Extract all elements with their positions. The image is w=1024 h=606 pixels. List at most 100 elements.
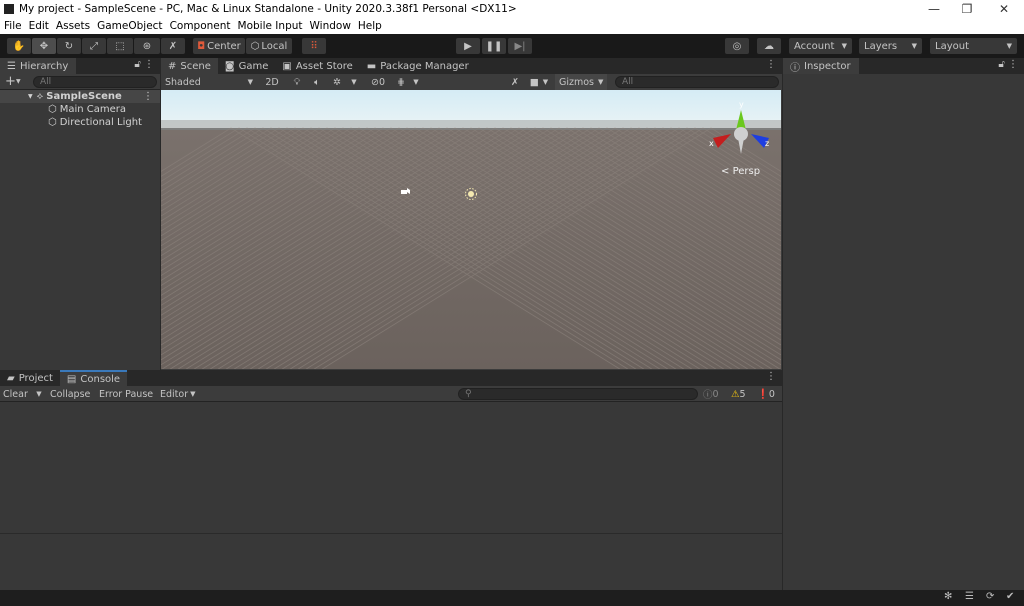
tools-icon[interactable]: ✗	[507, 74, 523, 90]
window-title: My project - SampleScene - PC, Mac & Lin…	[19, 3, 517, 15]
chevron-down-icon[interactable]: ▼	[411, 74, 421, 90]
console-search-input[interactable]: ⚲	[458, 388, 698, 400]
hidden-objects-toggle[interactable]: ⊘ 0	[365, 74, 391, 90]
hand-tool-button[interactable]: ✋	[7, 38, 31, 54]
snap-button[interactable]: ⠿	[302, 38, 326, 54]
tab-console[interactable]: ▤ Console	[59, 370, 128, 386]
chevron-down-icon: ▼	[598, 78, 604, 86]
list-item[interactable]: ⬡ Directional Light	[0, 116, 160, 129]
collapse-button[interactable]: Collapse	[50, 386, 90, 402]
menu-file[interactable]: File	[4, 20, 22, 32]
tab-asset-store[interactable]: ▣ Asset Store	[275, 58, 359, 74]
tab-label: Scene	[180, 60, 211, 72]
maximize-button[interactable]: ❐	[950, 0, 984, 18]
error-count-toggle[interactable]: ❗ 0	[757, 386, 775, 402]
menu-assets[interactable]: Assets	[56, 20, 90, 32]
tab-project[interactable]: ▰ Project	[0, 370, 60, 386]
folder-icon: ▰	[7, 372, 15, 384]
grid-toggle-icon[interactable]: ⋕	[393, 74, 409, 90]
cloud-icon[interactable]: ☁	[757, 38, 781, 54]
minimize-button[interactable]: —	[917, 0, 951, 18]
effects-toggle-icon[interactable]: ✲	[329, 74, 345, 90]
search-icon: ⚲	[465, 389, 472, 399]
scene-view[interactable]: y x z < Persp	[161, 90, 781, 369]
scene-name: SampleScene	[46, 91, 122, 102]
editor-dropdown[interactable]: Editor ▼	[160, 386, 196, 402]
collab-icon[interactable]: ◎	[725, 38, 749, 54]
tab-package-manager[interactable]: ▬ Package Manager	[360, 58, 476, 74]
axis-x-label: x	[709, 139, 714, 148]
refresh-icon[interactable]: ⟳	[986, 591, 994, 602]
layout-dropdown[interactable]: Layout ▼	[930, 38, 1017, 54]
account-label: Account	[794, 40, 835, 52]
layers-dropdown[interactable]: Layers ▼	[859, 38, 922, 54]
cache-icon[interactable]: ☰	[965, 591, 974, 602]
chevron-down-icon: ▼	[1006, 42, 1012, 50]
tab-scene[interactable]: # Scene	[161, 58, 218, 74]
console-icon: ▤	[66, 373, 77, 385]
scene-icon: ⟡	[36, 91, 44, 102]
menu-help[interactable]: Help	[358, 20, 382, 32]
chevron-down-icon: ▼	[247, 78, 253, 86]
pivot-center-button[interactable]: ◘ Center	[193, 38, 245, 54]
rect-tool-button[interactable]: ⬚	[107, 38, 133, 54]
play-button[interactable]: ▶	[456, 38, 480, 54]
lighting-toggle-icon[interactable]: 💡︎	[288, 74, 306, 90]
scale-tool-button[interactable]: ⤢	[82, 38, 106, 54]
custom-tool-button[interactable]: ✗	[161, 38, 185, 54]
gameobject-icon: ⬡	[48, 117, 57, 128]
space-label: Local	[261, 40, 288, 52]
menu-component[interactable]: Component	[170, 20, 231, 32]
projection-label[interactable]: < Persp	[721, 166, 760, 177]
bug-icon[interactable]: ✻	[944, 591, 952, 602]
hierarchy-search-input[interactable]: All	[33, 76, 157, 88]
tab-inspector[interactable]: ⓘ Inspector	[783, 58, 859, 74]
more-icon[interactable]: ⋮	[766, 59, 776, 70]
chevron-down-icon[interactable]: ▼	[16, 78, 21, 85]
more-icon[interactable]: ⋮	[766, 371, 776, 382]
scene-viewport[interactable]: y x z < Persp	[161, 90, 781, 369]
tab-label: Asset Store	[295, 60, 353, 72]
audio-toggle-icon[interactable]: 🔈︎	[309, 74, 325, 90]
rotate-tool-button[interactable]: ↻	[57, 38, 81, 54]
move-tool-button[interactable]: ✥	[32, 38, 56, 54]
chevron-down-icon: ▼	[190, 390, 196, 398]
close-button[interactable]: ✕	[987, 0, 1021, 18]
scene-panel: # Scene ◙ Game ▣ Asset Store ▬ Package Manag…	[161, 58, 782, 370]
menu-mobile-input[interactable]: Mobile Input	[238, 20, 303, 32]
2d-toggle[interactable]: 2D	[261, 74, 283, 90]
scene-row[interactable]: ▼ ⟡ SampleScene ⋮	[0, 90, 160, 103]
pause-button[interactable]: ❚❚	[482, 38, 506, 54]
menu-window[interactable]: Window	[310, 20, 351, 32]
tab-hierarchy[interactable]: ☰ Hierarchy	[0, 58, 76, 74]
expand-arrow-icon[interactable]: ▼	[28, 93, 33, 100]
gizmos-dropdown[interactable]: Gizmos ▼	[555, 74, 607, 90]
menu-edit[interactable]: Edit	[29, 20, 49, 32]
clear-options-chevron-icon[interactable]: ▼	[34, 386, 44, 402]
account-dropdown[interactable]: Account ▼	[789, 38, 852, 54]
pivot-icon: ◘	[197, 40, 206, 52]
local-icon: ⬡	[250, 40, 260, 52]
lock-icon[interactable]: 🔓︎ ⋮	[998, 59, 1018, 70]
check-icon[interactable]: ✔	[1006, 591, 1014, 602]
add-button[interactable]: +	[5, 74, 16, 89]
transform-tool-button[interactable]: ⊛	[134, 38, 160, 54]
info-count-toggle[interactable]: ⓘ 0	[703, 386, 719, 402]
chevron-down-icon[interactable]: ▼	[349, 74, 359, 90]
layout-label: Layout	[935, 40, 969, 52]
scene-search-input[interactable]: All	[615, 76, 779, 88]
gizmos-label: Gizmos	[559, 76, 595, 88]
step-button[interactable]: ▶|	[508, 38, 532, 54]
pivot-local-button[interactable]: ⬡ Local	[246, 38, 292, 54]
more-icon[interactable]: ⋮	[143, 91, 153, 102]
warning-count-toggle[interactable]: ⚠ 5	[731, 386, 746, 402]
menu-gameobject[interactable]: GameObject	[97, 20, 162, 32]
shading-dropdown[interactable]: Shaded ▼	[161, 74, 257, 90]
lock-icon[interactable]: 🔓︎ ⋮	[134, 59, 154, 70]
camera-dropdown[interactable]: ■ ▼	[527, 74, 551, 90]
error-pause-button[interactable]: Error Pause	[99, 386, 153, 402]
clear-button[interactable]: Clear	[3, 386, 28, 402]
hierarchy-panel: ☰ Hierarchy 🔓︎ ⋮ + ▼ All ▼ ⟡ SampleScene ⋮ ⬡…	[0, 58, 160, 370]
tab-game[interactable]: ◙ Game	[218, 58, 275, 74]
list-item[interactable]: ⬡ Main Camera	[0, 103, 160, 116]
